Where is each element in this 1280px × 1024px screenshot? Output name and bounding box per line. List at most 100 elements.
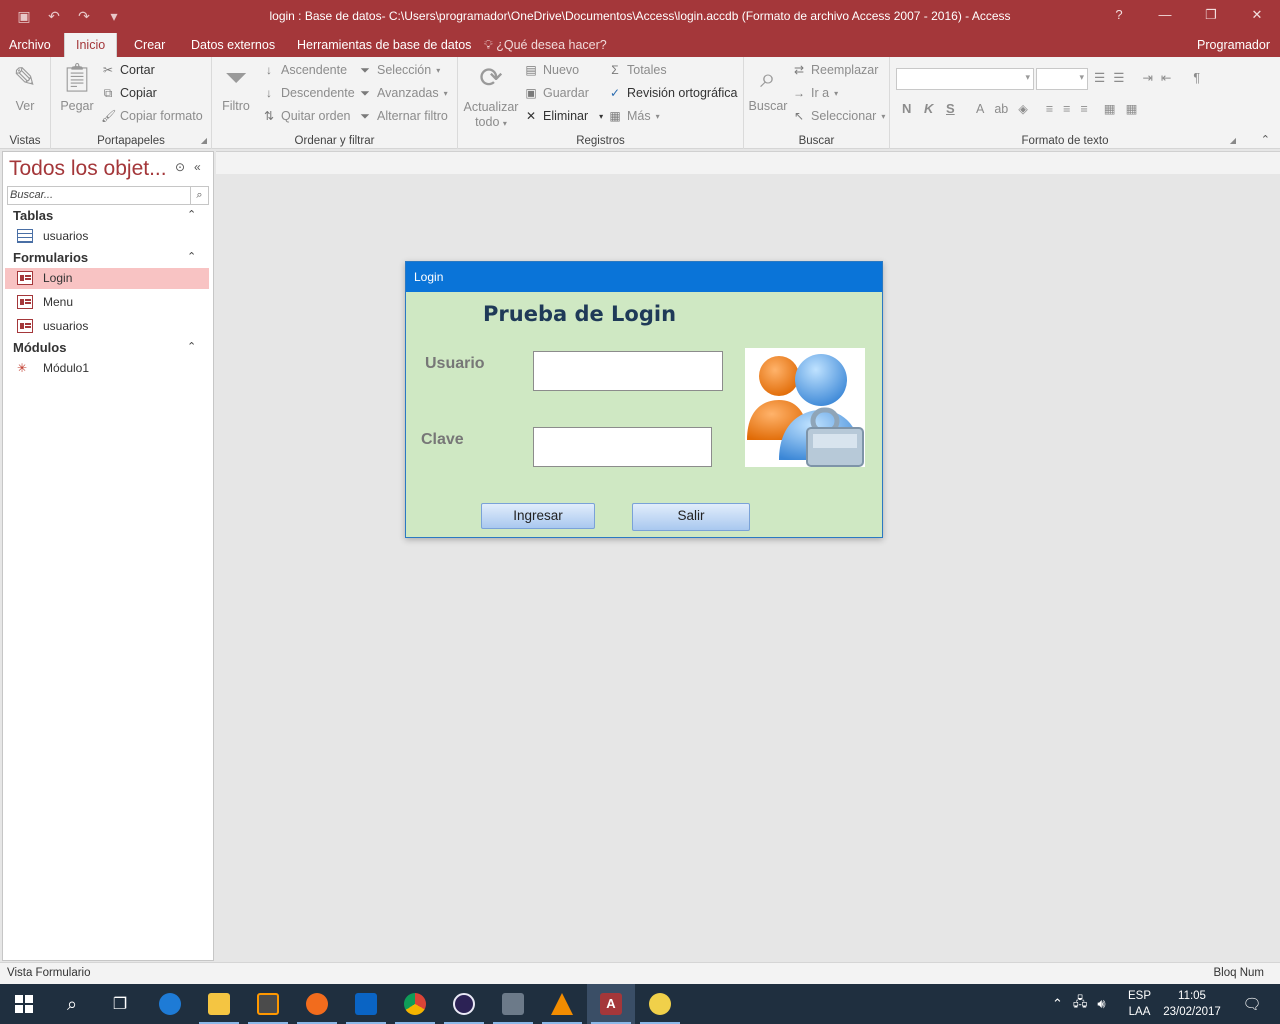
ir-a-button[interactable]: → Ir a ▾ xyxy=(792,86,838,100)
align-left-icon[interactable]: ≡ xyxy=(1046,102,1053,116)
vlc-taskbar-button[interactable] xyxy=(538,984,586,1024)
language-indicator[interactable]: ESP LAA xyxy=(1128,988,1151,1024)
pegar-button[interactable]: 📋︎ Pegar xyxy=(57,61,97,113)
help-icon[interactable]: ? xyxy=(1096,0,1142,30)
italic-button[interactable]: K xyxy=(924,101,933,116)
category-modulos[interactable]: Módulos ⌃ xyxy=(13,340,196,355)
explorer-taskbar-button[interactable] xyxy=(195,984,243,1024)
alternar-filtro-button[interactable]: ⏷ Alternar filtro xyxy=(358,109,448,123)
reemplazar-button[interactable]: ⇄ Reemplazar xyxy=(792,63,878,77)
remote-taskbar-button[interactable] xyxy=(489,984,537,1024)
nav-item-table-usuarios[interactable]: usuarios xyxy=(5,226,209,247)
paragraph-icon[interactable]: ¶ xyxy=(1193,71,1200,85)
volume-icon[interactable]: 🔊︎ xyxy=(1097,996,1105,1012)
tab-herramientas[interactable]: Herramientas de base de datos xyxy=(289,33,479,57)
gridlines-icon[interactable]: ▦ xyxy=(1126,101,1138,116)
eliminar-button[interactable]: ✕ Eliminar ▾ xyxy=(524,109,603,123)
edge-taskbar-button[interactable] xyxy=(146,984,194,1024)
tab-inicio[interactable]: Inicio xyxy=(64,33,118,57)
access-taskbar-button[interactable]: A xyxy=(587,984,635,1024)
cortar-button[interactable]: ✂ Cortar xyxy=(101,63,155,77)
quitar-orden-button[interactable]: ⇅ Quitar orden xyxy=(262,109,351,123)
tab-archivo[interactable]: Archivo xyxy=(1,33,59,57)
font-color-icon[interactable]: A xyxy=(976,102,984,116)
font-name-combo[interactable] xyxy=(896,68,1034,90)
nav-pane-header[interactable]: Todos los objet... xyxy=(9,157,167,181)
restore-button[interactable]: ❐ xyxy=(1188,0,1234,30)
actualizar-todo-button[interactable]: ⟳ Actualizar todo ▾ xyxy=(462,61,520,131)
bold-button[interactable]: N xyxy=(902,101,911,116)
ribbon: ✎ Ver Vistas 📋︎ Pegar ✂ Cortar ⧉ Copiar 🖌︎… xyxy=(0,57,1280,149)
nav-item-form-menu[interactable]: Menu xyxy=(5,292,209,313)
highlight-icon[interactable]: ab xyxy=(994,102,1008,116)
nav-item-module-modulo1[interactable]: ✳ Módulo1 xyxy=(5,358,209,379)
task-view-button[interactable]: ❐ xyxy=(96,984,144,1024)
shutter-bar-close-icon[interactable]: « xyxy=(194,160,201,174)
alt-row-color-icon[interactable]: ▦ xyxy=(1104,101,1116,116)
ingresar-button[interactable]: Ingresar xyxy=(481,503,595,529)
dialog-launcher-icon[interactable]: ◢ xyxy=(201,136,207,145)
search-icon[interactable]: ⌕ xyxy=(190,187,208,204)
fill-color-icon[interactable]: ◈ xyxy=(1018,101,1028,116)
firefox-taskbar-button[interactable] xyxy=(293,984,341,1024)
close-button[interactable]: ✕ xyxy=(1234,0,1280,30)
align-right-icon[interactable]: ≡ xyxy=(1080,102,1087,116)
copiar-button[interactable]: ⧉ Copiar xyxy=(101,86,157,100)
copiar-formato-button[interactable]: 🖌︎ Copiar formato xyxy=(101,109,203,123)
collapse-chevron-icon[interactable]: ⌃ xyxy=(187,208,196,221)
seleccion-button[interactable]: ⏷ Selección ▾ xyxy=(358,63,440,77)
sublime-taskbar-button[interactable] xyxy=(244,984,292,1024)
tell-me-search[interactable]: 💡︎ ¿Qué desea hacer? xyxy=(484,33,607,57)
ascendente-button[interactable]: ↓ Ascendente xyxy=(262,63,347,77)
usuario-input[interactable] xyxy=(533,351,723,391)
network-icon[interactable]: 🖧︎ xyxy=(1073,993,1088,1015)
nav-item-label: Módulo1 xyxy=(43,361,90,375)
descendente-button[interactable]: ↓ Descendente xyxy=(262,86,355,100)
show-hidden-icons-icon[interactable]: ⌃ xyxy=(1052,996,1063,1012)
remote-icon xyxy=(502,993,524,1015)
clock[interactable]: 11:05 23/02/2017 xyxy=(1160,988,1224,1024)
dialog-launcher-icon[interactable]: ◢ xyxy=(1230,136,1236,145)
nuevo-button[interactable]: ▤ Nuevo xyxy=(524,63,579,77)
numbering-icon[interactable]: ☰ xyxy=(1113,70,1124,85)
ver-button[interactable]: ✎ Ver xyxy=(4,61,46,113)
nav-search-input[interactable]: Buscar... ⌕ xyxy=(7,186,209,205)
tab-crear[interactable]: Crear xyxy=(126,33,173,57)
filtro-button[interactable]: ⏷ Filtro xyxy=(218,61,254,113)
seleccionar-button[interactable]: ↖ Seleccionar ▾ xyxy=(792,109,885,123)
outdent-icon[interactable]: ⇤ xyxy=(1161,70,1171,85)
minimize-button[interactable]: — xyxy=(1142,0,1188,30)
underline-button[interactable]: S xyxy=(946,101,955,116)
category-tablas[interactable]: Tablas ⌃ xyxy=(13,208,196,223)
font-size-combo[interactable] xyxy=(1036,68,1088,90)
chrome-taskbar-button[interactable] xyxy=(391,984,439,1024)
nav-menu-chevron-icon[interactable]: ⊙ xyxy=(175,160,185,174)
start-button[interactable] xyxy=(0,984,48,1024)
clock-date: 23/02/2017 xyxy=(1163,1006,1221,1018)
guardar-button[interactable]: ▣ Guardar xyxy=(524,86,589,100)
nav-item-form-login[interactable]: Login xyxy=(5,268,209,289)
eclipse-taskbar-button[interactable] xyxy=(440,984,488,1024)
tab-datos-externos[interactable]: Datos externos xyxy=(183,33,283,57)
outlook-taskbar-button[interactable] xyxy=(342,984,390,1024)
user-name[interactable]: Programador xyxy=(1197,33,1270,57)
nav-item-form-usuarios[interactable]: usuarios xyxy=(5,316,209,337)
action-center-button[interactable]: 🗨︎ xyxy=(1232,984,1272,1024)
search-taskbar-button[interactable]: ⌕ xyxy=(48,984,96,1024)
indent-icon[interactable]: ⇥ xyxy=(1142,70,1152,85)
clave-input[interactable] xyxy=(533,427,712,467)
login-form-title[interactable]: Login xyxy=(406,262,882,292)
salir-button[interactable]: Salir xyxy=(632,503,750,531)
avanzadas-button[interactable]: ⏷ Avanzadas ▾ xyxy=(358,86,447,100)
app-taskbar-button[interactable] xyxy=(636,984,684,1024)
totales-button[interactable]: Σ Totales xyxy=(608,63,666,77)
collapse-chevron-icon[interactable]: ⌃ xyxy=(187,250,196,263)
collapse-ribbon-icon[interactable]: ⌃ xyxy=(1261,133,1270,146)
align-center-icon[interactable]: ≡ xyxy=(1063,102,1070,116)
collapse-chevron-icon[interactable]: ⌃ xyxy=(187,340,196,353)
mas-button[interactable]: ▦ Más ▾ xyxy=(608,109,659,123)
revision-ortografica-button[interactable]: ✓ Revisión ortográfica xyxy=(608,86,738,100)
category-formularios[interactable]: Formularios ⌃ xyxy=(13,250,196,265)
bullets-icon[interactable]: ☰ xyxy=(1094,70,1105,85)
buscar-button[interactable]: ⌕ Buscar xyxy=(748,61,788,113)
